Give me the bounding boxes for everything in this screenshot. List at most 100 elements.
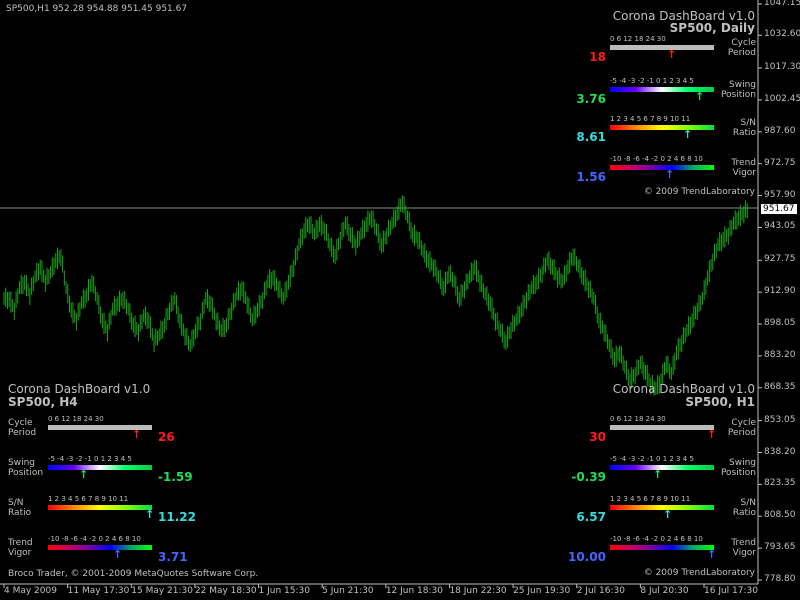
indicator-label-line2: Period	[727, 428, 756, 438]
indicator-value: 26	[158, 430, 175, 444]
indicator-value: -0.39	[571, 470, 606, 484]
indicator-label-line1: Swing	[8, 458, 35, 468]
x-axis-label: 16 Jul 17:30	[704, 586, 758, 596]
scale-bar	[610, 165, 714, 170]
y-axis-label: 778.80	[764, 574, 796, 584]
y-axis-label: 823.35	[764, 478, 796, 489]
indicator-label-line1: S/N	[740, 498, 756, 508]
x-axis-label: 18 Jun 22:30	[449, 586, 507, 596]
indicator-label-line1: Cycle	[731, 418, 756, 428]
scale-ticks: -10 -8 -6 -4 -2 0 2 4 6 8 10	[610, 155, 703, 163]
indicator-label: Trend Vigor	[731, 538, 756, 558]
scale-ticks: 0 6 12 18 24 30	[610, 415, 666, 423]
scale-ticks: -10 -8 -6 -4 -2 0 2 4 6 8 10	[48, 535, 141, 543]
marker-arrow-icon: ↑	[683, 128, 693, 141]
panel-symbol: SP500, Daily	[669, 21, 755, 35]
indicator-label: S/N Ratio	[8, 498, 31, 518]
panel-copyright: © 2009 TrendLaboratory	[643, 187, 755, 197]
scale-ticks: 0 6 12 18 24 30	[610, 35, 666, 43]
x-axis-label: 11 May 17:30	[67, 586, 130, 596]
candle-series	[3, 195, 748, 396]
y-axis-label: 1002.45	[764, 93, 800, 104]
indicator-label-line2: Ratio	[732, 128, 756, 138]
indicator-label: Swing Position	[721, 80, 756, 100]
scale-bar	[48, 505, 152, 510]
y-axis-label: 793.65	[764, 542, 796, 553]
scale-bar	[48, 545, 152, 550]
indicator-label-line2: Position	[8, 468, 44, 478]
scale-bar	[610, 425, 714, 430]
y-axis-label: 957.90	[764, 189, 796, 200]
indicator-label-line2: Vigor	[8, 548, 32, 558]
y-axis-label: 972.75	[764, 157, 796, 168]
y-axis-label: 1047.15	[764, 0, 800, 8]
indicator-value: 11.22	[158, 510, 196, 524]
scale-bar	[610, 545, 714, 550]
marker-arrow-icon: ↑	[707, 548, 717, 561]
platform-copyright: Broco Trader, © 2001-2009 MetaQuotes Sof…	[8, 569, 259, 579]
x-axis-label: 25 Jun 19:30	[513, 586, 571, 596]
chart-window[interactable]: SP500,H1 952.28 954.88 951.45 951.67 104…	[0, 0, 800, 600]
x-axis-label: 5 Jun 21:30	[322, 586, 374, 596]
x-axis-label: 2 Jul 16:30	[576, 586, 625, 596]
x-axis-label: 4 May 2009	[4, 586, 57, 596]
marker-arrow-icon: ↑	[665, 168, 675, 181]
indicator-label-line1: Trend	[8, 538, 33, 548]
scale-ticks: 1 2 3 4 5 6 7 8 9 10 11	[610, 495, 691, 503]
indicator-label: Swing Position	[8, 458, 43, 478]
indicator-value: 8.61	[576, 130, 606, 144]
y-axis-ticks	[758, 3, 762, 581]
y-axis-label: 808.50	[764, 510, 796, 521]
indicator-label: Trend Vigor	[8, 538, 33, 558]
scale-bar	[610, 125, 714, 130]
indicator-label-line2: Period	[727, 48, 756, 58]
indicator-label-line2: Ratio	[732, 508, 756, 518]
indicator-label: Cycle Period	[728, 38, 756, 58]
marker-arrow-icon: ↑	[707, 428, 717, 441]
indicator-label: Cycle Period	[728, 418, 756, 438]
indicator-label-line2: Position	[720, 468, 756, 478]
marker-arrow-icon: ↑	[145, 508, 155, 521]
indicator-label-line2: Vigor	[732, 548, 756, 558]
y-axis-label: 1017.30	[764, 62, 800, 73]
indicator-label-line1: S/N	[740, 118, 756, 128]
scale-bar	[610, 505, 714, 510]
marker-arrow-icon: ↑	[663, 508, 673, 521]
indicator-value: 30	[589, 430, 606, 444]
panel-copyright: © 2009 TrendLaboratory	[643, 568, 755, 578]
chart-header: SP500,H1 952.28 954.88 951.45 951.67	[6, 4, 188, 14]
x-axis-label: 15 May 21:30	[131, 586, 193, 596]
scale-ticks: -5 -4 -3 -2 -1 0 1 2 3 4 5	[610, 77, 694, 85]
scale-ticks: 0 6 12 18 24 30	[48, 415, 104, 423]
indicator-label-line1: Trend	[731, 538, 756, 548]
indicator-label: Cycle Period	[8, 418, 36, 438]
y-axis-label: 943.05	[764, 221, 796, 232]
scale-bar	[48, 465, 152, 470]
panel-symbol: SP500, H4	[8, 395, 78, 409]
x-axis-label: 22 May 18:30	[194, 586, 257, 596]
indicator-label-line1: Cycle	[731, 38, 756, 48]
y-axis-label: 987.60	[764, 125, 796, 136]
indicator-label: S/N Ratio	[733, 498, 756, 518]
panel-title: Corona DashBoard v1.0	[8, 382, 151, 396]
y-axis-label: 853.05	[764, 414, 796, 425]
marker-arrow-icon: ↑	[132, 428, 142, 441]
indicator-value: 3.71	[158, 550, 188, 564]
y-axis-label: 838.20	[764, 446, 796, 457]
x-axis-label: 1 Jun 15:30	[258, 586, 310, 596]
indicator-value: 3.76	[576, 92, 606, 106]
indicator-value: 1.56	[576, 170, 606, 184]
indicator-value: 6.57	[576, 510, 606, 524]
x-axis-label: 12 Jun 18:30	[385, 586, 443, 596]
scale-bar	[610, 45, 714, 50]
scale-ticks: 1 2 3 4 5 6 7 8 9 10 11	[610, 115, 691, 123]
marker-arrow-icon: ↑	[79, 468, 89, 481]
indicator-label-line2: Vigor	[732, 168, 756, 178]
indicator-label-line1: S/N	[8, 498, 24, 508]
y-axis-label: 927.75	[764, 254, 796, 265]
y-axis-label: 1032.60	[764, 29, 800, 40]
y-axis-label: 868.35	[764, 381, 796, 392]
marker-arrow-icon: ↑	[113, 548, 123, 561]
indicator-value: -1.59	[158, 470, 193, 484]
y-axis-label: 883.20	[764, 349, 796, 360]
